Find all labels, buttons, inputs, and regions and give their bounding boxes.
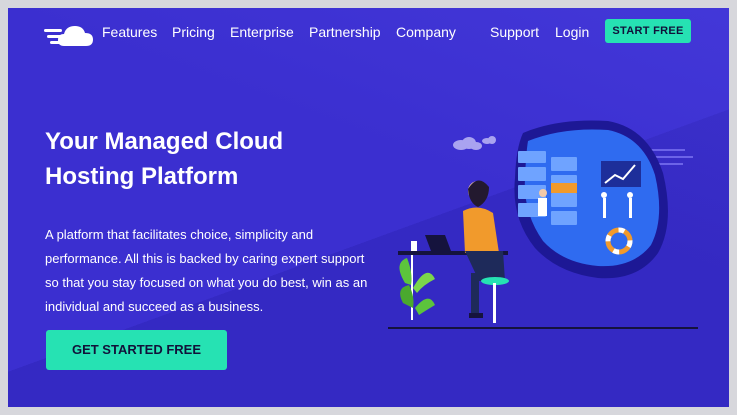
small-cloud-icon <box>453 137 482 150</box>
nav-link-partnership[interactable]: Partnership <box>309 24 381 40</box>
get-started-free-button[interactable]: GET STARTED FREE <box>46 330 227 370</box>
nav-link-login[interactable]: Login <box>555 24 589 40</box>
small-cloud-icon <box>482 136 496 144</box>
start-free-button[interactable]: START FREE <box>605 19 691 43</box>
page-frame: Features Pricing Enterprise Partnership … <box>8 8 729 407</box>
hero-title-line-2: Hosting Platform <box>45 163 239 190</box>
nav-link-features[interactable]: Features <box>102 24 157 40</box>
nav-link-pricing[interactable]: Pricing <box>172 24 215 40</box>
hero-title-line-1: Your Managed Cloud <box>45 128 284 155</box>
hero-illustration <box>388 120 698 329</box>
top-nav: Features Pricing Enterprise Partnership … <box>8 18 729 48</box>
cloudways-logo-icon[interactable] <box>44 22 96 48</box>
nav-link-company[interactable]: Company <box>396 24 456 40</box>
nav-link-support[interactable]: Support <box>490 24 539 40</box>
nav-link-enterprise[interactable]: Enterprise <box>230 24 294 40</box>
hero-title: Your Managed Cloud Hosting Platform <box>45 124 365 194</box>
hero-description: A platform that facilitates choice, simp… <box>45 227 368 314</box>
